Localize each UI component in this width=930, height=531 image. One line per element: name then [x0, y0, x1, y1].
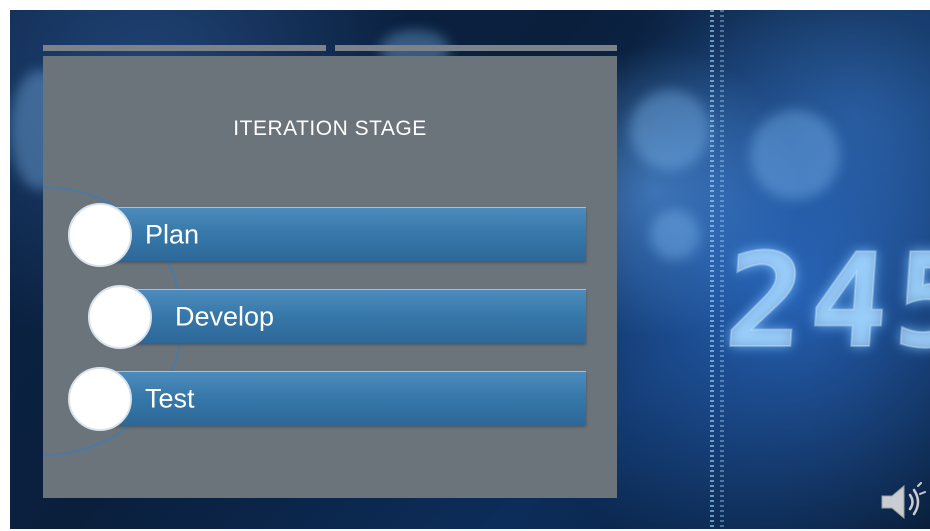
stage-label-plan: Plan	[145, 219, 200, 249]
bokeh-light	[650, 210, 700, 260]
led-column	[720, 10, 724, 529]
stage-marker-test	[68, 367, 132, 431]
bokeh-light	[750, 110, 840, 200]
stage-label-develop: Develop	[175, 301, 275, 331]
led-column	[710, 10, 714, 529]
stage-marker-plan	[68, 203, 132, 267]
stage-marker-develop	[88, 285, 152, 349]
stage-bar-test[interactable]: Test	[100, 371, 586, 425]
stage-label-test: Test	[145, 383, 195, 413]
bokeh-light	[630, 90, 710, 170]
speaker-icon[interactable]	[878, 482, 928, 522]
content-panel: ITERATION STAGE Plan Develop Test	[43, 56, 617, 498]
slide-title: ITERATION STAGE	[233, 117, 427, 140]
background-digits: 245	[720, 224, 930, 378]
stage-bar-develop[interactable]: Develop	[120, 289, 586, 343]
stage-bar-plan[interactable]: Plan	[100, 207, 586, 261]
accent-bar-right	[335, 45, 617, 51]
accent-bar-left	[43, 45, 326, 51]
slide-canvas: 245 ITERATION STAGE Plan Develop Test	[10, 10, 930, 529]
speaker-icon-graphic	[881, 482, 926, 520]
